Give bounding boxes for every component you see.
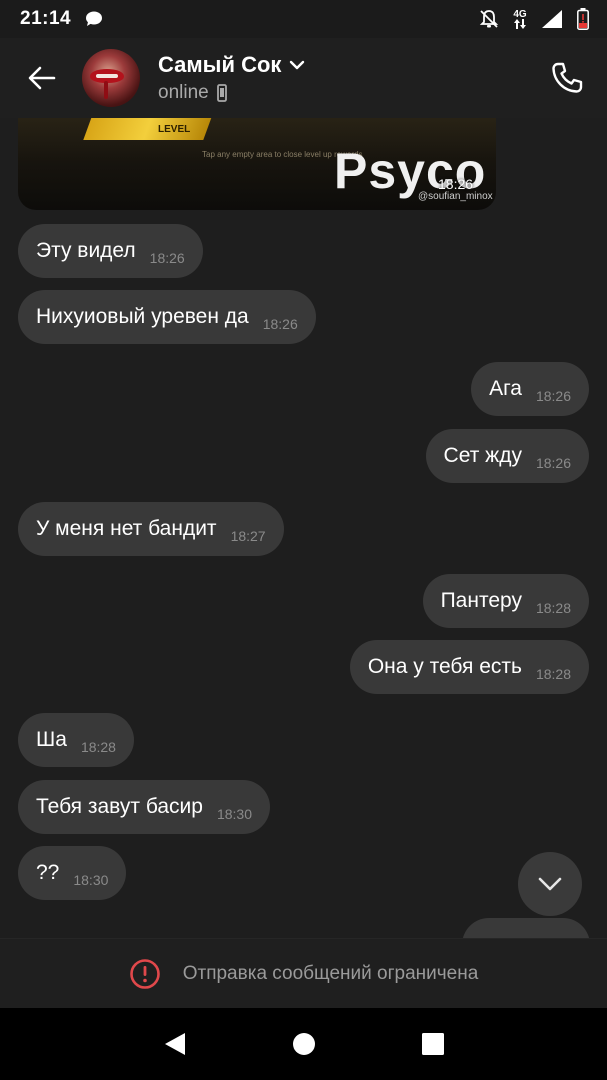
message-notification-icon	[86, 11, 103, 26]
media-banner-text: LEVEL	[158, 124, 191, 135]
message-time: 18:26	[149, 250, 185, 266]
data-arrows-icon	[514, 18, 526, 29]
contact-status: online	[158, 82, 209, 103]
nav-recents-button[interactable]	[413, 1024, 453, 1064]
contact-info[interactable]: Самый Сок online	[158, 52, 305, 104]
nav-home-button[interactable]	[284, 1024, 324, 1064]
message-bubble[interactable]: У меня нет бандит 18:27	[18, 502, 284, 556]
status-time: 21:14	[20, 8, 72, 29]
message-time: 18:26	[535, 388, 571, 404]
message-time: 18:28	[535, 666, 571, 682]
message-text: Ша	[36, 728, 67, 751]
battery-low-icon	[577, 8, 589, 30]
alert-circle-icon	[129, 958, 160, 989]
chevron-down-icon[interactable]	[289, 60, 305, 70]
message-bubble[interactable]: Ша 18:28	[18, 713, 134, 767]
message-time: 18:27	[230, 528, 266, 544]
message-time: 18:30	[216, 806, 253, 822]
status-icons: 4G	[479, 8, 589, 30]
restriction-text: Отправка сообщений ограничена	[182, 962, 479, 984]
phone-icon	[552, 62, 583, 93]
message-text: Сет жду	[443, 444, 522, 467]
avatar[interactable]	[82, 49, 140, 107]
message-list[interactable]: LEVEL Tap any empty area to close level …	[0, 118, 607, 938]
message-time: 18:28	[80, 739, 116, 755]
message-text: Нихуиовый уревен да	[36, 305, 249, 328]
signal-icon	[542, 10, 562, 28]
message-time: 18:30	[73, 872, 109, 888]
status-bar: 21:14 4G	[0, 0, 607, 38]
message-bubble-partial[interactable]	[462, 918, 590, 938]
media-time: 18:26	[438, 176, 474, 192]
dnd-off-icon	[479, 10, 499, 28]
media-user-tag: @soufian_minox	[418, 191, 493, 202]
messaging-restricted-bar: Отправка сообщений ограничена	[0, 938, 607, 1008]
nav-back-button[interactable]	[155, 1024, 195, 1064]
square-recents-icon	[421, 1033, 444, 1055]
message-text: У меня нет бандит	[36, 517, 217, 540]
media-banner	[83, 118, 213, 140]
circle-home-icon	[292, 1033, 315, 1055]
message-text: ??	[36, 861, 60, 884]
message-bubble[interactable]: Эту видел 18:26	[18, 224, 203, 278]
message-bubble[interactable]: Тебя завут басир 18:30	[18, 780, 271, 834]
chat-header: Самый Сок online	[0, 38, 607, 118]
message-time: 18:26	[535, 455, 571, 471]
message-text: Она у тебя есть	[367, 655, 522, 678]
mobile-device-icon	[216, 84, 227, 102]
chevron-down-icon	[538, 877, 562, 891]
triangle-back-icon	[164, 1033, 185, 1055]
message-bubble[interactable]: Ага 18:26	[471, 362, 589, 416]
message-bubble[interactable]: Она у тебя есть 18:28	[349, 640, 589, 694]
message-bubble[interactable]: Пантеру 18:28	[422, 574, 589, 628]
scroll-down-button[interactable]	[518, 852, 582, 916]
message-time: 18:28	[535, 600, 571, 616]
message-text: Пантеру	[440, 589, 522, 612]
network-type: 4G	[513, 9, 527, 29]
call-button[interactable]	[547, 58, 587, 98]
message-time: 18:26	[262, 316, 298, 332]
message-text: Ага	[489, 377, 522, 400]
contact-name: Самый Сок	[158, 52, 282, 77]
message-text: Эту видел	[36, 239, 136, 262]
message-bubble[interactable]: ?? 18:30	[18, 846, 127, 900]
message-text: Тебя завут басир	[36, 795, 203, 818]
message-bubble[interactable]: Нихуиовый уревен да 18:26	[18, 290, 316, 344]
back-button[interactable]	[20, 56, 64, 100]
system-navigation-bar	[0, 1008, 607, 1080]
arrow-left-icon	[28, 66, 56, 90]
media-message[interactable]: LEVEL Tap any empty area to close level …	[18, 118, 496, 210]
message-bubble[interactable]: Сет жду 18:26	[425, 429, 589, 483]
